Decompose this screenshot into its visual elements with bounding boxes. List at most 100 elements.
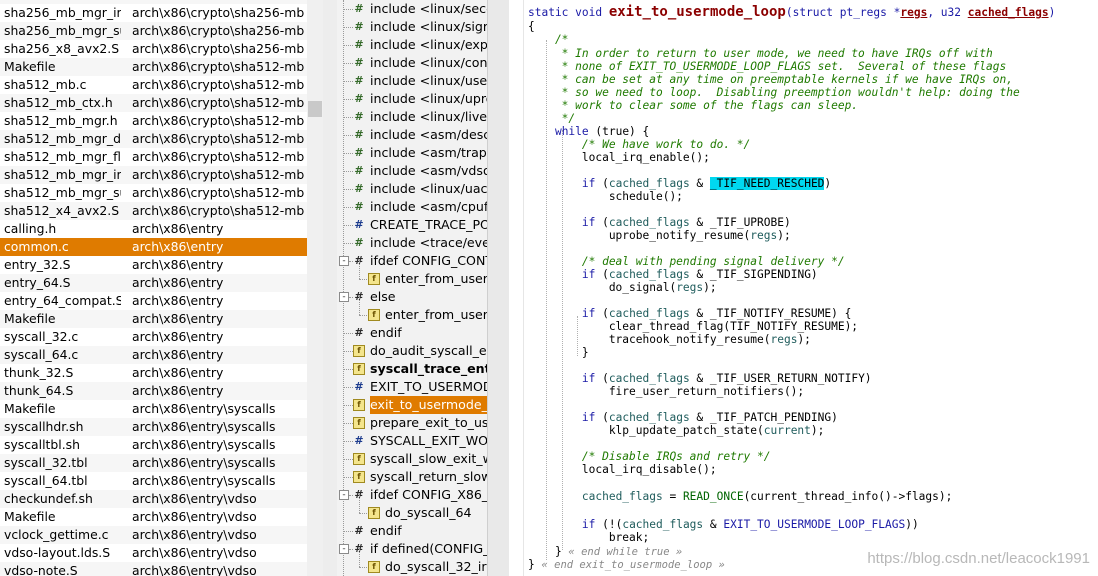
code-line[interactable]: if (cached_flags & _TIF_UPROBE) — [528, 216, 791, 229]
code-line[interactable]: schedule(); — [528, 190, 683, 203]
file-list-row[interactable]: Makefile arch\x86\entry\vdso — [0, 508, 307, 526]
code-line[interactable]: if (cached_flags & _TIF_PATCH_PENDING) — [528, 411, 838, 424]
file-list-row[interactable]: sha256_mb_mgr_sub arch\x86\crypto\sha256-… — [0, 22, 307, 40]
code-line[interactable]: if (cached_flags & _TIF_NEED_RESCHED) — [528, 177, 831, 190]
pane-splitter-right[interactable] — [487, 0, 510, 576]
symbol-tree-item[interactable]: f prepare_exit_to_user — [337, 414, 487, 432]
symbol-tree-item[interactable]: # include <asm/desc.h — [337, 126, 487, 144]
file-list-row[interactable]: syscallhdr.sh arch\x86\entry\syscalls — [0, 418, 307, 436]
symbol-tree-item[interactable]: # SYSCALL_EXIT_WOR — [337, 432, 487, 450]
code-line[interactable]: if (cached_flags & _TIF_USER_RETURN_NOTI… — [528, 372, 872, 385]
file-list-row[interactable]: syscall_32.c arch\x86\entry — [0, 328, 307, 346]
file-list-row[interactable]: entry_32.S arch\x86\entry — [0, 256, 307, 274]
file-list-row[interactable]: sha512_mb_mgr_init arch\x86\crypto\sha512… — [0, 166, 307, 184]
code-line[interactable]: tracehook_notify_resume(regs); — [528, 333, 811, 346]
symbol-tree-item[interactable]: # include <linux/conte — [337, 54, 487, 72]
code-line[interactable]: local_irq_enable(); — [528, 151, 710, 164]
symbol-tree-item[interactable]: # include <asm/cpufe — [337, 198, 487, 216]
code-line[interactable]: if (!(cached_flags & EXIT_TO_USERMODE_LO… — [528, 518, 919, 531]
symbol-tree-item[interactable]: f syscall_slow_exit_wo — [337, 450, 487, 468]
file-list-row[interactable]: thunk_32.S arch\x86\entry — [0, 364, 307, 382]
symbol-tree-item[interactable]: # endif — [337, 522, 487, 540]
symbol-tree-item[interactable]: f syscall_return_slowp — [337, 468, 487, 486]
symbol-tree-item[interactable]: # include <asm/traps. — [337, 144, 487, 162]
file-list-row[interactable]: sha512_mb.c arch\x86\crypto\sha512-mb — [0, 76, 307, 94]
code-line[interactable]: * In order to return to user mode, we ne… — [528, 47, 993, 60]
scrollbar-thumb[interactable] — [308, 101, 322, 117]
file-list-row[interactable]: sha512_mb_mgr_sub arch\x86\crypto\sha512-… — [0, 184, 307, 202]
symbol-tree-item[interactable]: # include <linux/uacce — [337, 180, 487, 198]
code-line[interactable]: local_irq_disable(); — [528, 463, 717, 476]
symbol-tree-item[interactable]: # include <trace/event — [337, 234, 487, 252]
collapse-toggle-icon[interactable]: - — [339, 544, 349, 554]
file-list-row[interactable]: entry_64_compat.S arch\x86\entry — [0, 292, 307, 310]
file-list-row[interactable]: calling.h arch\x86\entry — [0, 220, 307, 238]
code-line[interactable]: cached_flags = READ_ONCE(current_thread_… — [528, 490, 952, 503]
symbol-tree-item[interactable]: f do_syscall_64 — [337, 495, 487, 522]
symbol-tree-item[interactable]: # EXIT_TO_USERMOD — [337, 378, 487, 396]
code-line[interactable]: /* deal with pending signal delivery */ — [528, 255, 845, 268]
symbol-tree-item[interactable]: f exit_to_usermode_lo — [337, 396, 487, 414]
code-line[interactable]: } « end exit_to_usermode_loop » — [528, 558, 725, 571]
file-list-row[interactable]: sha512_mb_mgr_dat arch\x86\crypto\sha512-… — [0, 130, 307, 148]
file-list-row[interactable]: checkundef.sh arch\x86\entry\vdso — [0, 490, 307, 508]
code-line[interactable]: /* Disable IRQs and retry */ — [528, 450, 771, 463]
code-line[interactable]: * can be set at any time on preemptable … — [528, 73, 1013, 86]
symbol-tree-item[interactable]: # endif — [337, 324, 487, 342]
code-line[interactable]: /* We have work to do. */ — [528, 138, 750, 151]
code-line[interactable]: clear_thread_flag(TIF_NOTIFY_RESUME); — [528, 320, 858, 333]
code-line[interactable]: } — [528, 346, 589, 359]
code-line[interactable]: klp_update_patch_state(current); — [528, 424, 825, 437]
symbol-tree-item[interactable]: # include <linux/uprob — [337, 90, 487, 108]
file-list-row[interactable]: syscall_64.c arch\x86\entry — [0, 346, 307, 364]
file-list-row[interactable]: Makefile arch\x86\entry\syscalls — [0, 400, 307, 418]
code-line[interactable]: static void exit_to_usermode_loop(struct… — [528, 5, 1055, 19]
code-line[interactable]: fire_user_return_notifiers(); — [528, 385, 804, 398]
file-list-row[interactable]: Makefile arch\x86\entry — [0, 310, 307, 328]
code-line[interactable]: do_signal(regs); — [528, 281, 717, 294]
symbol-tree-item[interactable]: f enter_from_user_m — [337, 261, 487, 288]
file-list-row[interactable]: syscall_32.tbl arch\x86\entry\syscalls — [0, 454, 307, 472]
symbol-tree-item[interactable]: f do_audit_syscall_ent — [337, 342, 487, 360]
symbol-tree-item[interactable]: # include <linux/secco — [337, 0, 487, 18]
file-list-scrollbar[interactable] — [307, 0, 323, 576]
file-list-row[interactable]: Makefile arch\x86\crypto\sha512-mb — [0, 58, 307, 76]
file-list-pane[interactable]: sha256_mb_mgr_init arch\x86\crypto\sha256… — [0, 0, 307, 576]
file-list-row[interactable]: vdso-layout.lds.S arch\x86\entry\vdso — [0, 544, 307, 562]
file-list-row[interactable]: sha256_x8_avx2.S arch\x86\crypto\sha256-m… — [0, 40, 307, 58]
code-line[interactable]: if (cached_flags & _TIF_NOTIFY_RESUME) { — [528, 307, 851, 320]
file-list-row[interactable]: sha512_mb_ctx.h arch\x86\crypto\sha512-mb — [0, 94, 307, 112]
file-list-row[interactable]: vdso-note.S arch\x86\entry\vdso — [0, 562, 307, 576]
symbol-tree-item[interactable]: f do_syscall_32_irqs — [337, 549, 487, 576]
pane-splitter[interactable] — [323, 0, 337, 576]
collapse-toggle-icon[interactable]: - — [339, 256, 349, 266]
file-list-row[interactable]: vclock_gettime.c arch\x86\entry\vdso — [0, 526, 307, 544]
file-list-row[interactable]: sha512_mb_mgr.h arch\x86\crypto\sha512-mb — [0, 112, 307, 130]
symbol-tree-item[interactable]: f enter_from_user_m — [337, 297, 487, 324]
code-line[interactable]: */ — [528, 112, 575, 125]
file-list-row[interactable]: sha512_mb_mgr_flus arch\x86\crypto\sha512… — [0, 148, 307, 166]
file-list-row[interactable]: syscall_64.tbl arch\x86\entry\syscalls — [0, 472, 307, 490]
code-line[interactable]: break; — [528, 531, 649, 544]
file-list-row[interactable]: syscalltbl.sh arch\x86\entry\syscalls — [0, 436, 307, 454]
symbol-tree-item[interactable]: # include <linux/livepa — [337, 108, 487, 126]
code-line[interactable]: while (true) { — [528, 125, 649, 138]
collapse-toggle-icon[interactable]: - — [339, 490, 349, 500]
symbol-tree-pane[interactable]: # include <linux/secco # include <linux/sig… — [337, 0, 487, 576]
code-line[interactable]: { — [528, 20, 535, 33]
file-list-row[interactable]: thunk_64.S arch\x86\entry — [0, 382, 307, 400]
symbol-tree-item[interactable]: f syscall_trace_enter — [337, 360, 487, 378]
code-line[interactable]: /* — [528, 33, 568, 46]
code-line[interactable]: * so we need to loop. Disabling preempti… — [528, 86, 1020, 99]
file-list-row[interactable]: sha512_x4_avx2.S arch\x86\crypto\sha512-m… — [0, 202, 307, 220]
symbol-tree-item[interactable]: # include <linux/expor — [337, 36, 487, 54]
symbol-tree-item[interactable]: # include <linux/user- — [337, 72, 487, 90]
code-line[interactable]: if (cached_flags & _TIF_SIGPENDING) — [528, 268, 818, 281]
code-line[interactable]: uprobe_notify_resume(regs); — [528, 229, 791, 242]
collapse-toggle-icon[interactable]: - — [339, 292, 349, 302]
code-editor[interactable]: static void exit_to_usermode_loop(struct… — [509, 0, 1098, 576]
code-line[interactable]: } « end while true » — [528, 545, 682, 558]
symbol-tree-item[interactable]: # CREATE_TRACE_POI — [337, 216, 487, 234]
file-list-row[interactable]: entry_64.S arch\x86\entry — [0, 274, 307, 292]
code-line[interactable]: * work to clear some of the flags can sl… — [528, 99, 858, 112]
